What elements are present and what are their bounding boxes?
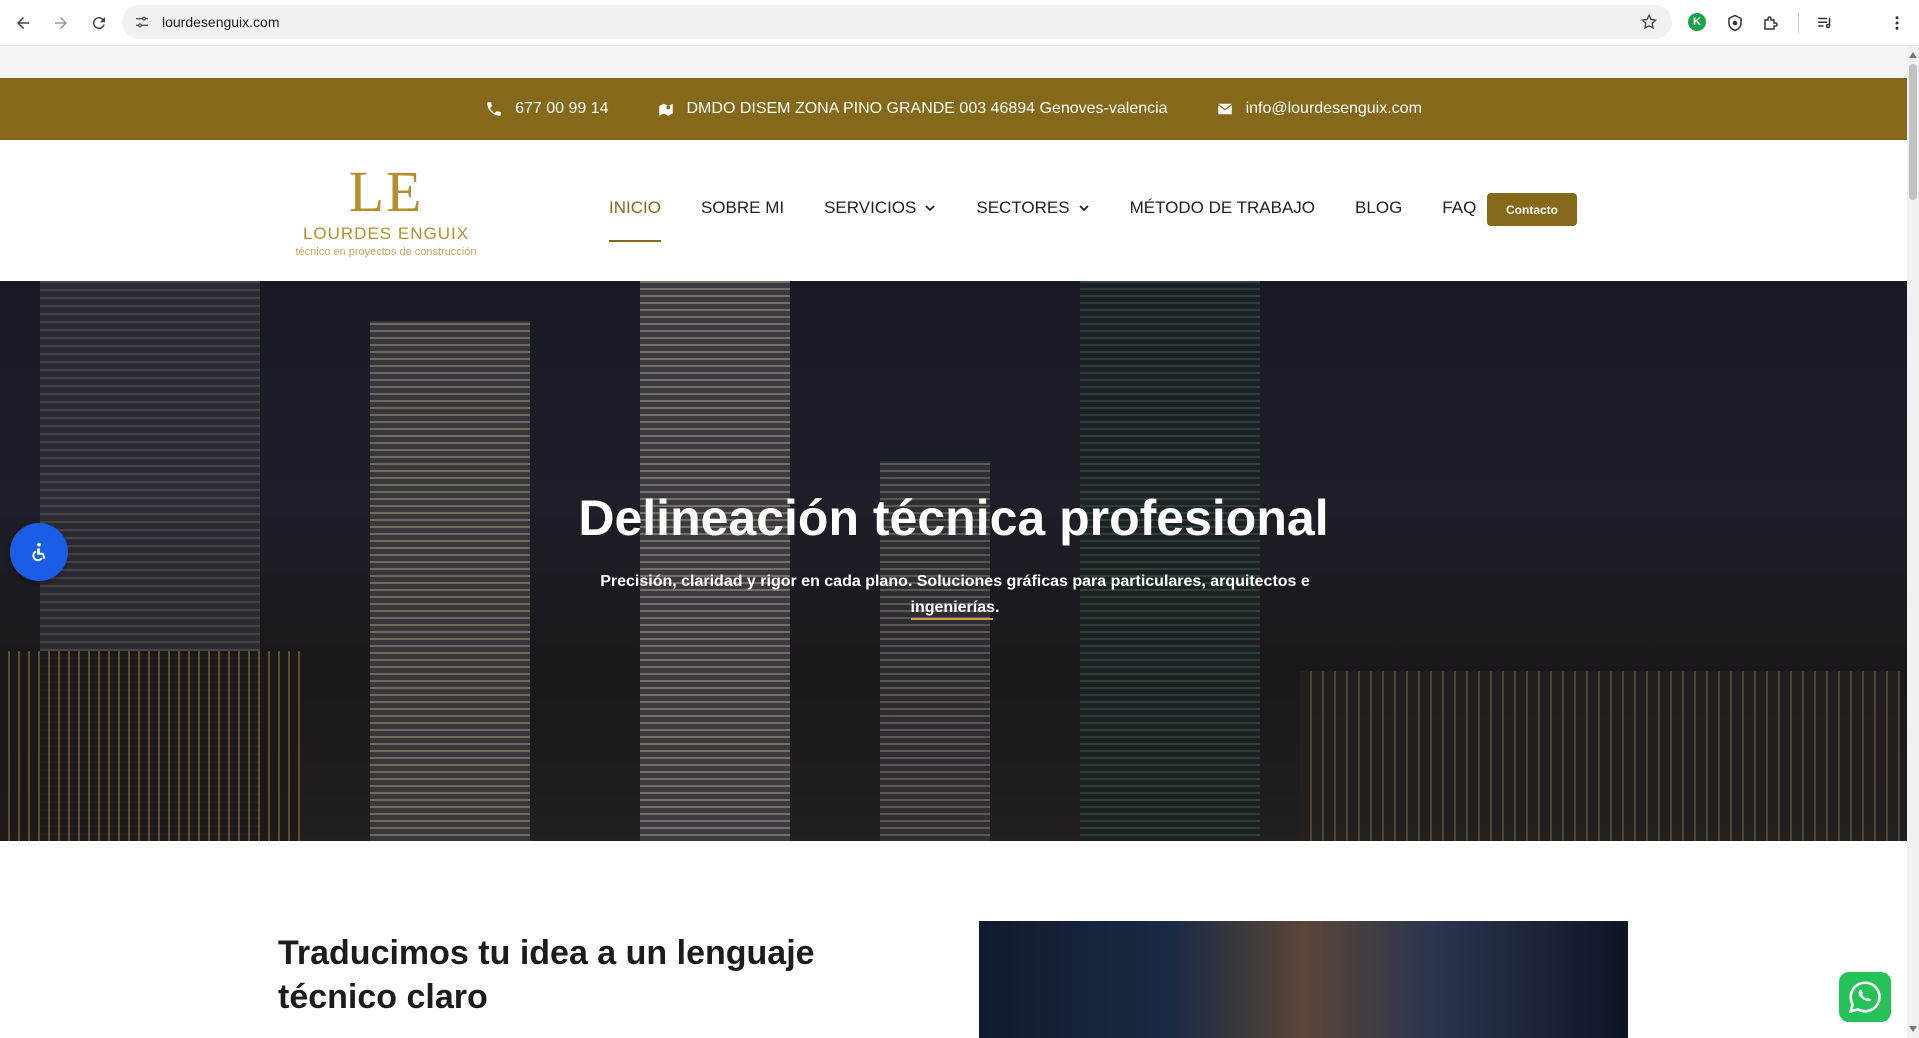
address-text: DMDO DISEM ZONA PINO GRANDE 003 46894 Ge… xyxy=(686,100,1168,117)
shield-icon[interactable] xyxy=(1724,12,1746,34)
contact-address: DMDO DISEM ZONA PINO GRANDE 003 46894 Ge… xyxy=(657,100,1168,118)
scroll-down-arrow[interactable] xyxy=(1909,1026,1917,1032)
nav-item-sobre-mi[interactable]: SOBRE MI xyxy=(701,198,784,218)
scrollbar-thumb[interactable] xyxy=(1909,64,1917,200)
site-header: LE LOURDES ENGUIX técnico en proyectos d… xyxy=(0,140,1907,281)
more-icon[interactable] xyxy=(1886,12,1908,34)
nav-item-metodo[interactable]: MÉTODO DE TRABAJO xyxy=(1130,198,1315,218)
nav-item-sectores[interactable]: SECTORES xyxy=(976,198,1089,218)
nav-item-label[interactable]: BLOG xyxy=(1355,198,1402,218)
map-icon xyxy=(658,103,673,116)
page-scrollbar[interactable] xyxy=(1907,46,1919,1038)
nav-item-label[interactable]: SECTORES xyxy=(976,198,1069,218)
logo-tagline: técnico en proyectos de construcción xyxy=(295,246,477,258)
nav-item-blog[interactable]: BLOG xyxy=(1355,198,1402,218)
page-top-gap xyxy=(0,46,1907,78)
nav-item-servicios[interactable]: SERVICIOS xyxy=(824,198,936,218)
intro-section: Traducimos tu idea a un lenguaje técnico… xyxy=(0,841,1907,1038)
url-text[interactable]: lourdesenguix.com xyxy=(162,14,280,30)
section-heading: Traducimos tu idea a un lenguaje técnico… xyxy=(278,934,815,1016)
phone-icon xyxy=(487,102,501,116)
hero-underline xyxy=(911,618,993,620)
toolbar-divider xyxy=(1798,13,1799,33)
phone-text[interactable]: 677 00 99 14 xyxy=(515,100,608,118)
nav-item-faq[interactable]: FAQ xyxy=(1442,198,1476,218)
envelope-icon xyxy=(1217,103,1232,115)
address-bar[interactable]: lourdesenguix.com xyxy=(122,5,1672,39)
back-icon[interactable] xyxy=(8,8,38,38)
accessibility-icon xyxy=(32,542,46,562)
nav-item-label[interactable]: SERVICIOS xyxy=(824,198,916,218)
hero-banner: Delineación técnica profesional Precisió… xyxy=(0,281,1907,841)
email-text[interactable]: info@lourdesenguix.com xyxy=(1246,100,1422,118)
site-logo[interactable]: LE LOURDES ENGUIX técnico en proyectos d… xyxy=(286,162,486,262)
forward-icon[interactable] xyxy=(46,8,76,38)
contact-button[interactable]: Contacto xyxy=(1487,193,1577,226)
nav-item-label[interactable]: SOBRE MI xyxy=(701,198,784,218)
logo-name: LOURDES ENGUIX xyxy=(302,224,470,243)
nav-item-label[interactable]: MÉTODO DE TRABAJO xyxy=(1130,198,1315,218)
whatsapp-icon xyxy=(1848,981,1881,1014)
extension-k-icon[interactable]: K xyxy=(1688,13,1706,31)
scroll-up-arrow[interactable] xyxy=(1909,52,1917,58)
bookmark-star-icon[interactable] xyxy=(1640,13,1658,31)
site-settings-icon[interactable] xyxy=(134,14,150,30)
accessibility-button[interactable] xyxy=(10,523,68,581)
contact-bar: 677 00 99 14 DMDO DISEM ZONA PINO GRANDE… xyxy=(0,78,1907,140)
reload-icon[interactable] xyxy=(84,8,114,38)
hero-title: Delineación técnica profesional xyxy=(578,490,1329,546)
media-icon[interactable] xyxy=(1814,12,1836,34)
contact-phone[interactable]: 677 00 99 14 xyxy=(485,100,609,118)
contact-email[interactable]: info@lourdesenguix.com xyxy=(1216,100,1422,118)
hero-subtitle: Precisión, claridad y rigor en cada plan… xyxy=(600,573,1310,616)
nav-item-inicio[interactable]: INICIO xyxy=(609,198,661,242)
browser-toolbar: lourdesenguix.com K xyxy=(0,0,1919,46)
chevron-down-icon xyxy=(1078,205,1089,212)
logo-mark: LE xyxy=(348,159,424,224)
nav-item-label[interactable]: FAQ xyxy=(1442,198,1476,218)
main-nav: INICIO SOBRE MI SERVICIOS SECTORES MÉTOD… xyxy=(609,198,1516,242)
chevron-down-icon xyxy=(925,205,935,212)
whatsapp-button[interactable] xyxy=(1839,972,1891,1022)
hero-overlay xyxy=(0,281,1907,841)
puzzle-icon[interactable] xyxy=(1760,12,1782,34)
section-image xyxy=(979,921,1628,1038)
nav-item-label[interactable]: INICIO xyxy=(609,198,661,218)
